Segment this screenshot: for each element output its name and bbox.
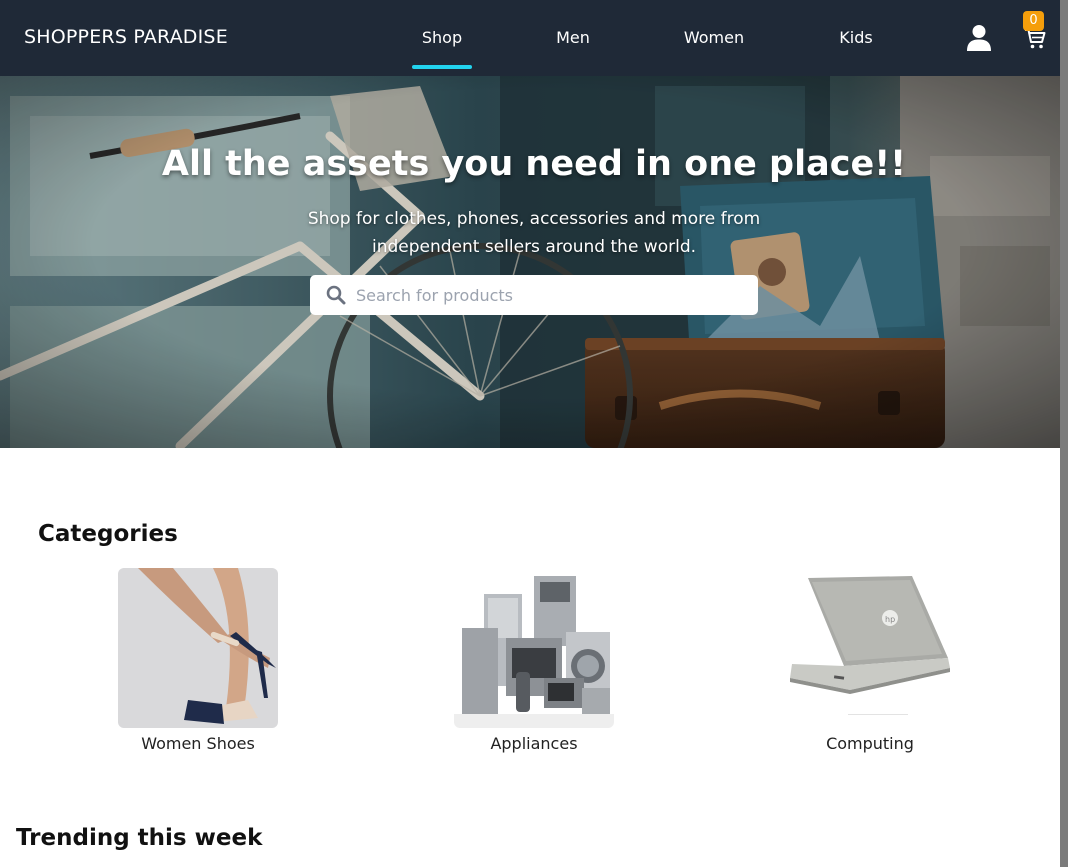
- nav-link-men[interactable]: Men: [543, 28, 603, 47]
- hero-title: All the assets you need in one place!!: [161, 144, 907, 184]
- appliances-image[interactable]: [454, 568, 614, 728]
- hero-background-image: [0, 76, 1060, 448]
- shopping-cart-icon[interactable]: [1024, 28, 1046, 50]
- categories-heading: Categories: [38, 521, 178, 547]
- product-search-bar[interactable]: [310, 275, 758, 315]
- category-label[interactable]: Appliances: [454, 734, 614, 753]
- hero-banner: All the assets you need in one place!! S…: [0, 76, 1060, 448]
- trending-heading: Trending this week: [16, 825, 263, 851]
- nav-link-kids[interactable]: Kids: [832, 28, 880, 47]
- page-scrollbar[interactable]: [1060, 0, 1068, 867]
- brand-logo[interactable]: SHOPPERS PARADISE: [24, 26, 228, 48]
- user-account-icon[interactable]: [966, 24, 992, 52]
- category-card-women-shoes[interactable]: Women Shoes: [118, 568, 278, 753]
- hero-subtitle: Shop for clothes, phones, accessories an…: [307, 209, 761, 257]
- laptop-image[interactable]: hp: [790, 568, 950, 728]
- active-nav-indicator: [412, 65, 472, 69]
- nav-link-women[interactable]: Women: [679, 28, 749, 47]
- category-card-appliances[interactable]: Appliances: [454, 568, 614, 753]
- category-label[interactable]: Women Shoes: [118, 734, 278, 753]
- top-navbar: SHOPPERS PARADISE Shop Men Women Kids 0: [0, 0, 1060, 76]
- category-card-computing[interactable]: hp Computing: [790, 568, 950, 753]
- search-icon: [326, 285, 346, 305]
- search-input[interactable]: [356, 275, 746, 315]
- svg-text:hp: hp: [885, 615, 895, 624]
- shoe-image[interactable]: [118, 568, 278, 728]
- category-label[interactable]: Computing: [790, 734, 950, 753]
- nav-link-shop[interactable]: Shop: [412, 28, 472, 47]
- cart-count-badge: 0: [1023, 11, 1044, 31]
